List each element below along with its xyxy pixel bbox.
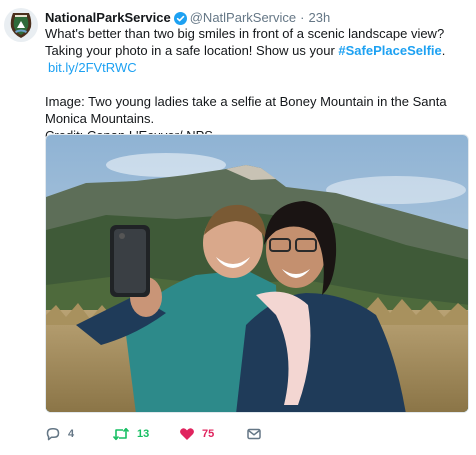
like-count: 75: [202, 428, 215, 440]
direct-message-button[interactable]: [246, 426, 262, 442]
avatar[interactable]: [4, 8, 38, 42]
selfie-photo: [46, 135, 468, 412]
user-handle[interactable]: @NatlParkService: [190, 10, 296, 26]
tweet-timestamp[interactable]: 23h: [308, 10, 330, 26]
separator-dot: ·: [300, 10, 305, 25]
reply-button[interactable]: 4: [45, 426, 112, 442]
tweet-photo[interactable]: [45, 134, 469, 413]
tweet-actions: 4 13 75: [45, 424, 262, 444]
verified-badge-icon: [173, 11, 187, 25]
reply-icon: [46, 428, 60, 441]
display-name[interactable]: NationalParkService: [45, 10, 171, 26]
envelope-icon: [247, 428, 261, 440]
retweet-button[interactable]: 13: [112, 426, 179, 442]
image-caption: Image: Two young ladies take a selfie at…: [45, 94, 447, 126]
tweet: NationalParkService @NatlParkService · 2…: [0, 0, 476, 455]
hashtag-link[interactable]: #SafePlaceSelfie: [338, 43, 441, 58]
tweet-text: What's better than two big smiles in fro…: [45, 25, 470, 144]
like-button[interactable]: 75: [179, 426, 246, 442]
retweet-count: 13: [137, 428, 150, 440]
tweet-text-paragraph: What's better than two big smiles in fro…: [45, 26, 446, 75]
heart-icon: [180, 428, 194, 440]
reply-count: 4: [68, 428, 75, 440]
url-link[interactable]: bit.ly/2FVtRWC: [48, 60, 137, 75]
nps-arrowhead-logo-icon: [10, 13, 32, 38]
tweet-header: NationalParkService @NatlParkService · 2…: [45, 10, 330, 26]
retweet-icon: [112, 427, 130, 441]
